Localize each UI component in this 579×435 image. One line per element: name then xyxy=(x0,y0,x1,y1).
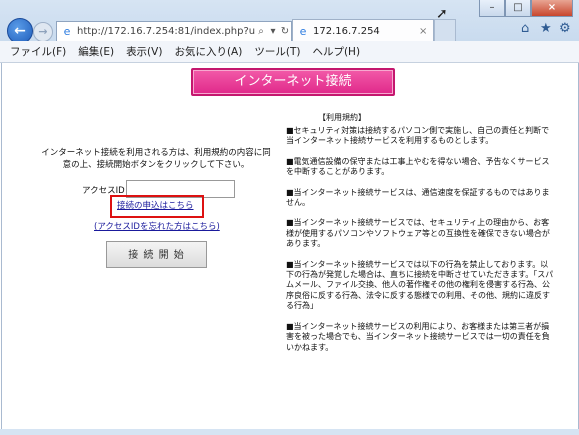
mouse-cursor-icon: ➚ xyxy=(436,6,448,22)
menu-file[interactable]: ファイル(F) xyxy=(0,44,72,59)
terms-item: ■セキュリティ対策は接続するパソコン側で実施し、自己の責任と判断で当インターネッ… xyxy=(286,126,550,146)
minimize-button[interactable]: – xyxy=(479,0,505,17)
page-banner: インターネット接続 xyxy=(191,68,395,96)
page-content: インターネット接続 インターネット接続を利用される方は、利用規約の内容に同意の上… xyxy=(1,63,579,429)
gear-icon[interactable]: ⚙ xyxy=(559,21,571,36)
menu-tools[interactable]: ツール(T) xyxy=(248,44,306,59)
intro-text: インターネット接続を利用される方は、利用規約の内容に同意の上、接続開始ボタンをク… xyxy=(41,148,271,170)
menu-favorites[interactable]: お気に入り(A) xyxy=(168,44,248,59)
menu-bar: ファイル(F) 編集(E) 表示(V) お気に入り(A) ツール(T) ヘルプ(… xyxy=(0,41,579,63)
terms-item: ■当インターネット接続サービスでは、セキュリティ上の理由から、お客様が使用するパ… xyxy=(286,218,550,249)
start-connection-button[interactable]: 接 続 開 始 xyxy=(106,241,207,268)
menu-edit[interactable]: 編集(E) xyxy=(72,44,120,59)
menu-view[interactable]: 表示(V) xyxy=(120,44,168,59)
terms-list: ■セキュリティ対策は接続するパソコン側で実施し、自己の責任と判断で当インターネッ… xyxy=(286,126,554,363)
ie-page-icon: e xyxy=(63,24,71,38)
tab-title: 172.16.7.254 xyxy=(313,25,380,37)
favorites-icon[interactable]: ★ xyxy=(540,21,552,36)
terms-item: ■当インターネット接続サービスは、通信速度を保証するものではありません。 xyxy=(286,187,550,208)
browser-chrome: – □ × ← → e http://172.16.7.254:81/index… xyxy=(0,0,579,63)
tab-close-icon[interactable]: × xyxy=(419,26,433,37)
chevron-down-icon[interactable]: ▾ xyxy=(267,26,279,37)
terms-item: ■電気通信設備の保守または工事上やむを得ない場合、予告なくサービスを中断すること… xyxy=(286,156,550,177)
terms-item: ■当インターネット接続サービスの利用により、お客様または第三者が損害を被った場合… xyxy=(286,321,550,352)
forward-button[interactable]: → xyxy=(33,22,53,42)
browser-tab[interactable]: e 172.16.7.254 × xyxy=(292,19,434,42)
terms-item: ■当インターネット接続サービスでは以下の行為を禁止しております。以下の行為が発覚… xyxy=(286,259,554,311)
maximize-button[interactable]: □ xyxy=(505,0,531,17)
window-controls: – □ × xyxy=(479,0,573,17)
new-tab-button[interactable] xyxy=(434,19,456,42)
apply-link[interactable]: 接続の申込はこちら xyxy=(117,199,194,211)
close-window-button[interactable]: × xyxy=(531,0,573,17)
search-icon[interactable]: ⌕ xyxy=(255,26,267,37)
address-bar[interactable]: e http://172.16.7.254:81/index.php?url=h… xyxy=(56,21,292,42)
status-bar xyxy=(0,429,579,435)
terms-title: 【利用規約】 xyxy=(318,113,366,122)
forgot-access-id-link[interactable]: (アクセスIDを忘れた方はこちら) xyxy=(94,220,220,232)
address-url[interactable]: http://172.16.7.254:81/index.php?url=ht xyxy=(77,26,255,37)
menu-help[interactable]: ヘルプ(H) xyxy=(306,44,366,59)
home-icon[interactable]: ⌂ xyxy=(521,21,529,36)
refresh-icon[interactable]: ↻ xyxy=(279,26,291,37)
ie-tab-icon: e xyxy=(299,24,307,38)
